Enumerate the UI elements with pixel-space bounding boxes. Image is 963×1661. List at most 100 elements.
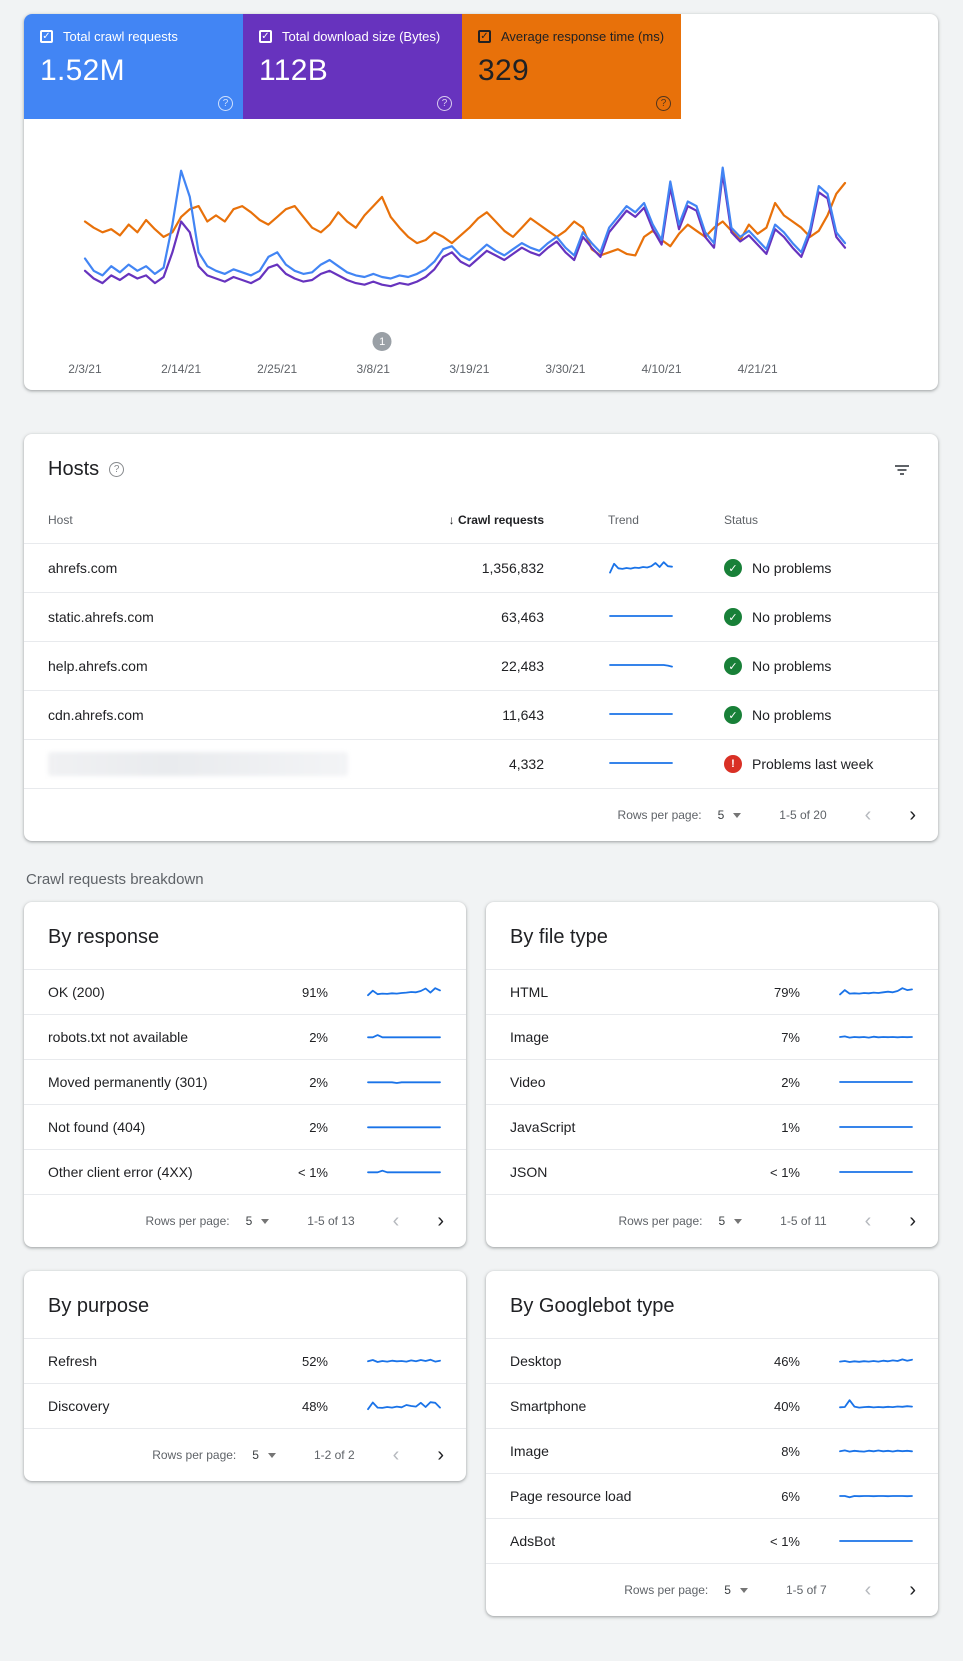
crawl-requests-value: 11,643 [502,707,544,723]
crawl-stats-page: ✓Total crawl requests1.52M?✓Total downlo… [24,0,938,1656]
dropdown-caret-icon[interactable] [740,1588,748,1593]
prev-page-button[interactable]: ‹ [865,1580,872,1600]
status-cell: !Problems last week [704,755,914,773]
breakdown-card-title: By Googlebot type [486,1271,938,1338]
prev-page-button[interactable]: ‹ [865,805,872,825]
host-name-cell: cdn.ahrefs.com [48,707,374,723]
rows-per-page-select[interactable]: 5 [724,1583,731,1597]
breakdown-row[interactable]: AdsBot< 1% [486,1518,938,1563]
x-axis-label: 4/10/21 [641,362,681,376]
breakdown-row[interactable]: OK (200)91% [24,969,466,1014]
rows-per-page-select[interactable]: 5 [718,808,725,822]
breakdown-label: Page resource load [510,1488,718,1504]
next-page-button[interactable]: › [909,805,916,825]
status-label: No problems [752,658,831,674]
next-page-button[interactable]: › [437,1445,444,1465]
breakdown-row[interactable]: Image7% [486,1014,938,1059]
host-row[interactable]: static.ahrefs.com63,463✓No problems [24,592,938,641]
breakdown-sparkline [838,1162,914,1182]
next-page-button[interactable]: › [909,1580,916,1600]
breakdown-row[interactable]: Not found (404)2% [24,1104,466,1149]
breakdown-sparkline [838,1117,914,1137]
metric-checkbox[interactable]: ✓ [40,30,53,43]
breakdown-percent: 48% [302,1399,328,1414]
summary-card-1: ✓Total download size (Bytes)112B? [243,14,462,119]
metric-value: 1.52M [40,54,227,88]
hosts-title: Hosts [48,458,99,481]
breakdown-sparkline [838,1531,914,1551]
column-crawl-requests[interactable]: ↓ Crawl requests [449,513,544,527]
breakdown-label: Discovery [48,1398,246,1414]
prev-page-button[interactable]: ‹ [393,1445,400,1465]
breakdown-row[interactable]: Image8% [486,1428,938,1473]
breakdown-row[interactable]: JSON< 1% [486,1149,938,1194]
x-axis-label: 2/25/21 [257,362,297,376]
rows-per-page-select[interactable]: 5 [718,1214,725,1228]
status-error-icon: ! [724,755,742,773]
breakdown-row[interactable]: Smartphone40% [486,1383,938,1428]
dropdown-caret-icon[interactable] [734,1219,742,1224]
breakdown-sparkline [838,1027,914,1047]
series-total-crawl-requests [85,168,845,279]
status-ok-icon: ✓ [724,657,742,675]
hosts-title-row: Hosts ? [24,434,938,497]
help-icon[interactable]: ? [437,96,452,111]
rows-per-page-select[interactable]: 5 [252,1448,259,1462]
host-row[interactable]: 4,332 !Problems last week [24,739,938,788]
column-host[interactable]: Host [48,513,374,527]
dropdown-caret-icon[interactable] [268,1453,276,1458]
filter-icon[interactable] [890,459,914,481]
host-row[interactable]: cdn.ahrefs.com11,643✓No problems [24,690,938,739]
rows-per-page-select[interactable]: 5 [246,1214,253,1228]
help-icon[interactable]: ? [109,462,124,477]
prev-page-button[interactable]: ‹ [865,1211,872,1231]
breakdown-row[interactable]: Discovery 48% [24,1383,466,1428]
next-page-button[interactable]: › [909,1211,916,1231]
host-row[interactable]: help.ahrefs.com22,483✓No problems [24,641,938,690]
help-icon[interactable]: ? [218,96,233,111]
status-label: No problems [752,609,831,625]
dropdown-caret-icon[interactable] [733,813,741,818]
breakdown-row[interactable]: Desktop46% [486,1338,938,1383]
host-name-cell: ahrefs.com [48,560,374,576]
next-page-button[interactable]: › [437,1211,444,1231]
host-name: static.ahrefs.com [48,609,154,625]
breakdown-rows: Refresh52% Discovery 48% [24,1338,466,1428]
breakdown-sparkline [366,1117,442,1137]
breakdown-row[interactable]: Refresh52% [24,1338,466,1383]
metric-label: Total download size (Bytes) [282,29,440,44]
metric-checkbox[interactable]: ✓ [478,30,491,43]
crawl-trend-chart [24,145,938,330]
page-range-label: 1-5 of 11 [780,1214,826,1228]
x-axis-label: 3/19/21 [449,362,489,376]
metric-value: 329 [478,54,665,88]
host-row[interactable]: ahrefs.com1,356,832✓No problems [24,543,938,592]
breakdown-row[interactable]: HTML79% [486,969,938,1014]
breakdown-sparkline [838,1486,914,1506]
pagination: Rows per page:51-2 of 2‹› [24,1428,466,1481]
page-range-label: 1-5 of 7 [786,1583,827,1597]
summary-card-0: ✓Total crawl requests1.52M? [24,14,243,119]
trend-cell [544,655,704,678]
breakdown-row[interactable]: Page resource load 6% [486,1473,938,1518]
chart-annotation-marker[interactable]: 1 [373,332,392,351]
crawl-requests-value: 4,332 [509,756,544,772]
breakdown-row[interactable]: Video2% [486,1059,938,1104]
metric-checkbox[interactable]: ✓ [259,30,272,43]
breakdown-percent: 6% [781,1489,800,1504]
rows-per-page-label: Rows per page: [152,1448,236,1462]
breakdown-card-by-googlebot-type: By Googlebot typeDesktop46%Smartphone40%… [486,1271,938,1616]
breakdown-row[interactable]: JavaScript1% [486,1104,938,1149]
breakdown-rows: OK (200)91%robots.txt not available2%Mov… [24,969,466,1194]
pagination: Rows per page:51-5 of 11‹› [486,1194,938,1247]
breakdown-row[interactable]: Moved permanently (301)2% [24,1059,466,1104]
breakdown-sparkline [366,1072,442,1092]
help-icon[interactable]: ? [656,96,671,111]
sort-desc-icon: ↓ [449,513,458,527]
prev-page-button[interactable]: ‹ [393,1211,400,1231]
breakdown-row[interactable]: robots.txt not available2% [24,1014,466,1059]
breakdown-row[interactable]: Other client error (4XX)< 1% [24,1149,466,1194]
dropdown-caret-icon[interactable] [261,1219,269,1224]
status-ok-icon: ✓ [724,559,742,577]
status-label: No problems [752,707,831,723]
